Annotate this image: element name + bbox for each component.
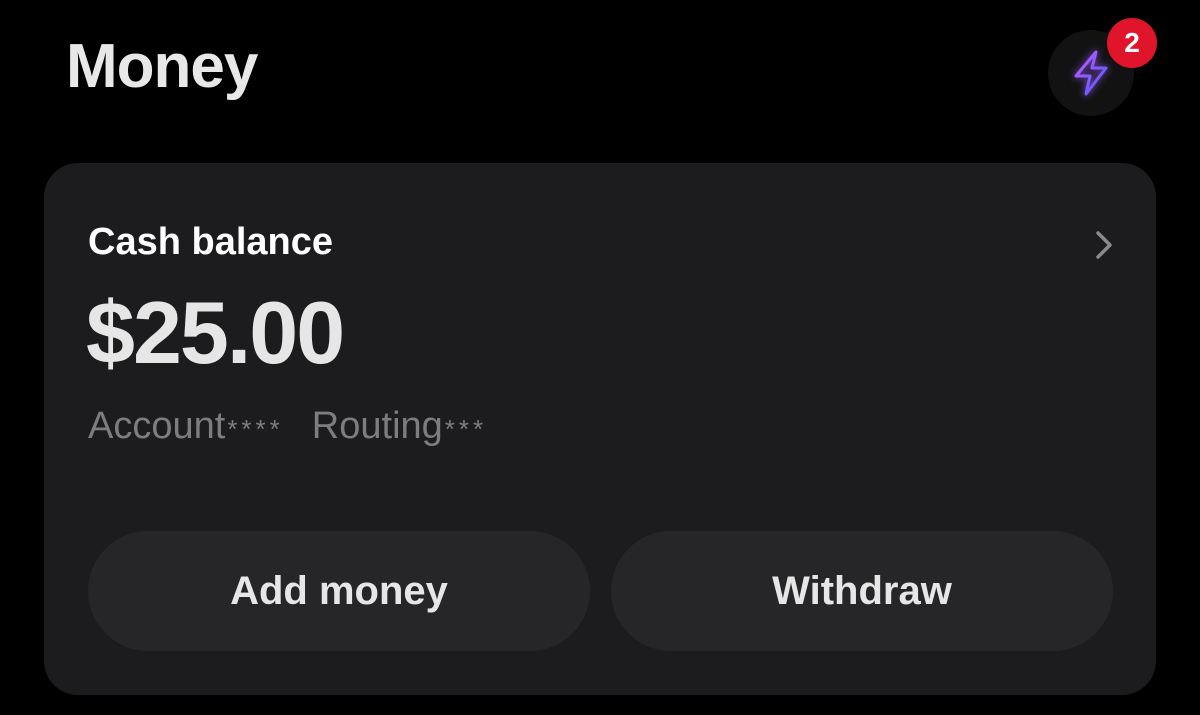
page-title: Money (66, 32, 258, 101)
lightning-bolt-icon (1074, 50, 1108, 96)
balance-amount: $25.00 (86, 283, 345, 382)
add-money-button[interactable]: Add money (88, 531, 590, 651)
notification-badge: 2 (1107, 18, 1157, 68)
account-details: Account **** Routing *** (88, 407, 487, 445)
card-label: Cash balance (88, 221, 333, 263)
routing-label: Routing (311, 405, 443, 447)
money-screen: Money 2 Cash balance $25.00 Account ****… (0, 0, 1200, 715)
account-label: Account (88, 405, 226, 447)
chevron-right-icon[interactable] (1092, 229, 1116, 261)
cash-balance-card[interactable]: Cash balance $25.00 Account **** Routing… (44, 163, 1156, 695)
account-number-mask: **** (227, 414, 284, 444)
routing-number-mask: *** (444, 414, 488, 444)
withdraw-button[interactable]: Withdraw (611, 531, 1113, 651)
